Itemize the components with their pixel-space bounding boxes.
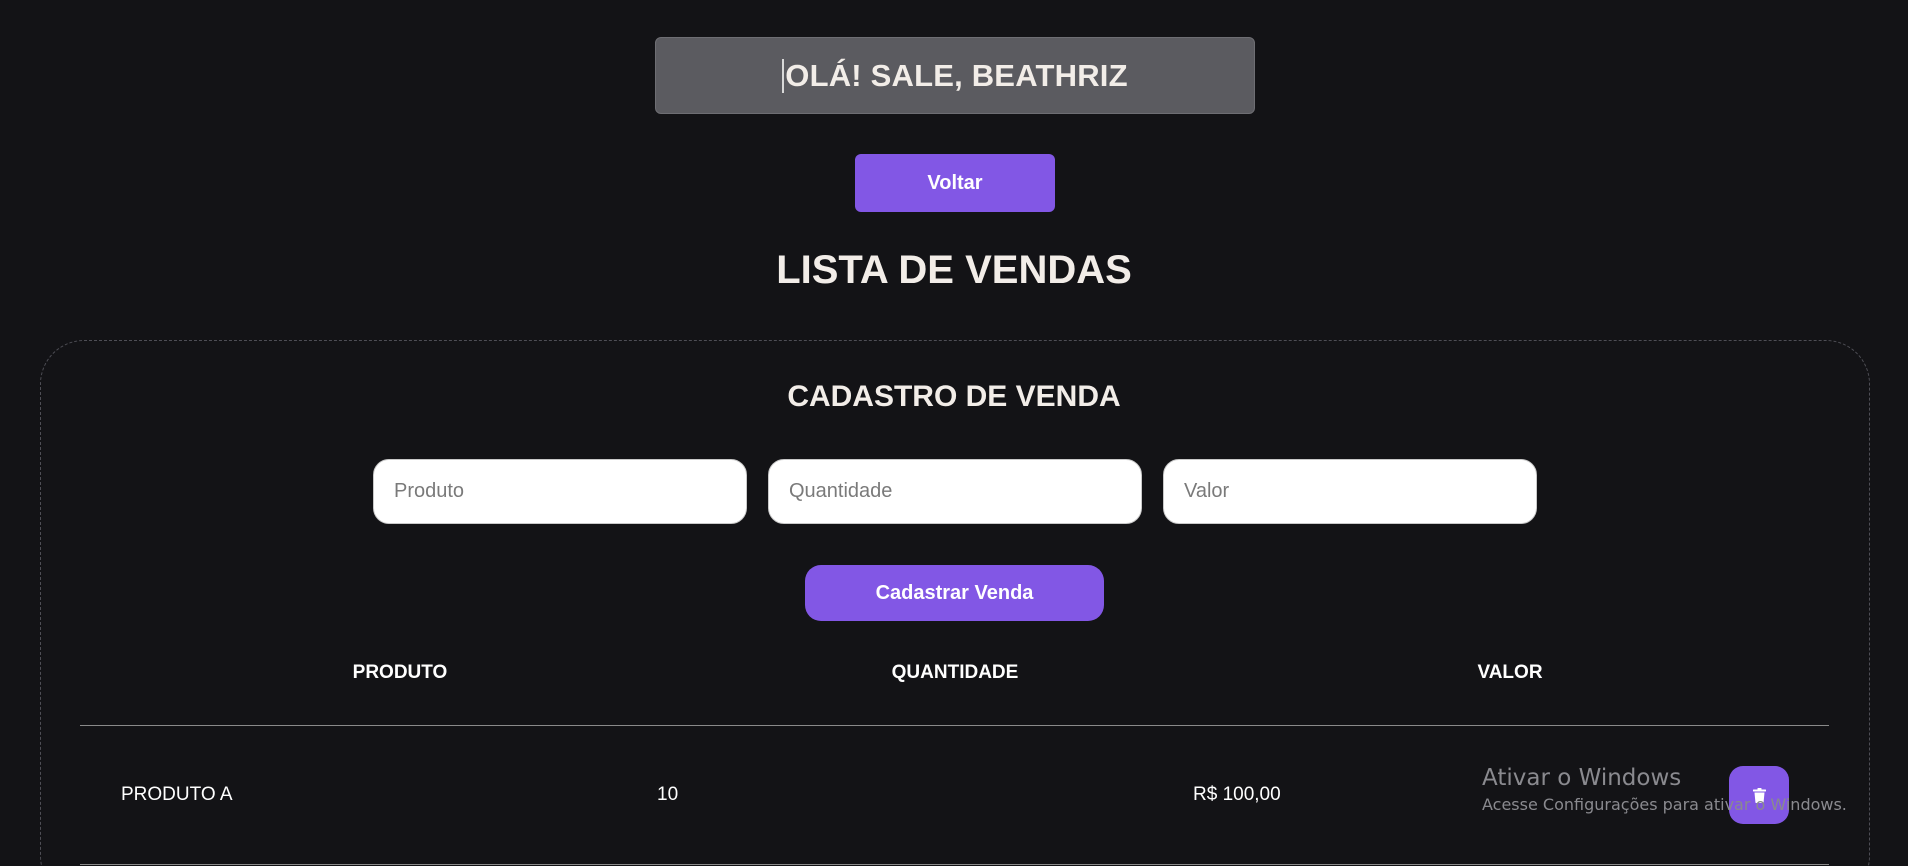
column-header-quantity: QUANTIDADE [891, 662, 1019, 683]
form-title: CADASTRO DE VENDA [787, 380, 1121, 413]
sales-page: OLÁ! SALE, BEATHRIZ Voltar LISTA DE VEND… [0, 0, 1908, 866]
cell-product: PRODUTO A [121, 784, 233, 805]
value-input[interactable] [1163, 459, 1537, 524]
register-sale-button[interactable]: Cadastrar Venda [805, 565, 1104, 621]
header-divider [80, 725, 1829, 726]
quantity-input[interactable] [768, 459, 1142, 524]
back-button[interactable]: Voltar [855, 154, 1055, 212]
cell-quantity: 10 [657, 784, 679, 805]
column-header-value: VALOR [1477, 662, 1543, 683]
page-title: LISTA DE VENDAS [776, 248, 1132, 292]
cell-value: R$ 100,00 [1193, 784, 1281, 805]
row-divider [80, 864, 1829, 865]
greeting-text: OLÁ! SALE, BEATHRIZ [785, 57, 1128, 93]
trash-icon [1752, 787, 1766, 803]
delete-button[interactable] [1729, 766, 1789, 824]
greeting-field[interactable]: OLÁ! SALE, BEATHRIZ [655, 37, 1255, 114]
product-input[interactable] [373, 459, 747, 524]
text-cursor [782, 58, 785, 93]
column-header-product: PRODUTO [352, 662, 448, 683]
